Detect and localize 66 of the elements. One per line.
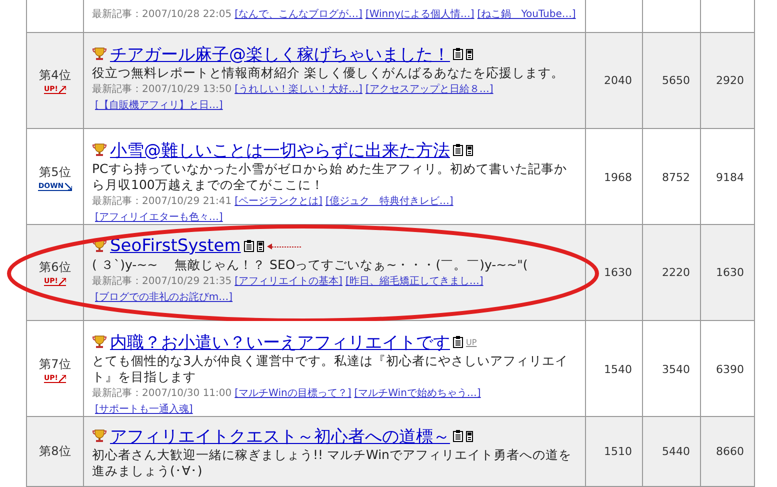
trophy-icon — [92, 47, 107, 61]
count-value: 2040 — [604, 74, 632, 87]
article-link[interactable]: [うれしい！楽しい！大好…] — [234, 84, 362, 95]
count-value: 1630 — [604, 266, 632, 279]
article-link[interactable]: [Winnyによる個人情…] — [365, 9, 474, 20]
blog-title-link[interactable]: チアガール麻子@楽しく稼げちゃいました！ — [110, 42, 450, 66]
rank-label: 第7位 — [39, 356, 71, 373]
trophy-icon — [92, 429, 107, 443]
clipboard-icon — [453, 48, 463, 60]
blog-title-link[interactable]: 小雪@難しいことは一切やらずに出来た方法 — [110, 138, 450, 162]
clipboard-icon — [453, 430, 463, 442]
article-link[interactable]: [アフィリエイトの基本] — [234, 276, 342, 287]
blog-title-link[interactable]: 内職？お小遣い？いーえアフィリエイトです — [110, 330, 450, 354]
article-link[interactable]: [ブログでの非礼のお詫びm…] — [95, 292, 233, 303]
trophy-icon — [92, 239, 107, 253]
count-value: 1540 — [604, 363, 632, 376]
article-link[interactable]: [昨日、縮毛矯正してきまし…] — [345, 276, 484, 287]
article-link[interactable]: [マルチWinで始めちゃう…] — [354, 388, 481, 399]
blog-description: 役立つ無料レポートと情報商材紹介 楽しく優しくがんばるあなたを応援します。 — [92, 65, 565, 81]
count-value: 9184 — [716, 171, 744, 184]
article-link[interactable]: [【自販機アフィリ】と日…] — [95, 100, 223, 111]
rank-label: 第8位 — [39, 443, 71, 460]
clipboard-icon — [453, 144, 463, 156]
latest-label: 最新記事： — [92, 196, 142, 207]
count-value: 5650 — [662, 74, 690, 87]
count-value: 8660 — [716, 445, 744, 458]
post-date: 2007/10/28 22:05 — [142, 9, 232, 20]
clipboard-icon — [244, 240, 254, 252]
blog-description: とても個性的な3人が仲良く運営中です。私達は『初心者にやさしいアフィリエイト』を目指します — [92, 353, 569, 385]
blog-title-link[interactable]: SeoFirstSystem — [110, 236, 241, 256]
count-value: 2920 — [716, 74, 744, 87]
count-value: 3540 — [662, 363, 690, 376]
article-link[interactable]: [アクセスアップと日給８…] — [365, 84, 494, 95]
count-value: 1968 — [604, 171, 632, 184]
article-link[interactable]: [マルチWinの目標って？] — [234, 388, 352, 399]
latest-label: 最新記事： — [92, 388, 142, 399]
trophy-icon — [92, 143, 107, 157]
rank-label: 第4位 — [39, 67, 71, 84]
latest-label: 最新記事： — [92, 9, 142, 20]
latest-label: 最新記事： — [92, 84, 142, 95]
article-link[interactable]: [ページランクとは] — [234, 196, 322, 207]
rank-label: 第5位 — [39, 164, 71, 181]
blog-description: ( ３`)y-~~ 無敵じゃん！？ SEOってすごいなぁ~・・・(￣。￣)y-~~"( — [92, 257, 529, 273]
update-mark: UP — [466, 338, 477, 346]
latest-label: 最新記事： — [92, 276, 142, 287]
clipboard-icon — [453, 336, 463, 348]
post-date: 2007/10/29 13:50 — [142, 84, 232, 95]
rank-label: 第6位 — [39, 259, 71, 276]
trophy-icon — [92, 335, 107, 349]
article-link[interactable]: [アフィリイエターも色々…] — [95, 212, 223, 223]
blog-title-link[interactable]: アフィリエイトクエスト～初心者への道標～ — [110, 424, 450, 448]
article-link[interactable]: [ねこ鍋 YouTube…] — [477, 9, 576, 20]
article-link[interactable]: [サポートも一通入魂] — [95, 404, 193, 415]
count-value: 2220 — [662, 266, 690, 279]
post-date: 2007/10/30 11:00 — [142, 388, 232, 399]
count-value: 5440 — [662, 445, 690, 458]
post-date: 2007/10/29 21:41 — [142, 196, 232, 207]
blog-description: PCすら持っていなかった小雪がゼロから始 めた生アフィリ。初めて書いた記事から月収100万越えまでの全てがここに！ — [92, 161, 568, 193]
count-value: 8752 — [662, 171, 690, 184]
count-value: 1630 — [716, 266, 744, 279]
article-link[interactable]: [なんで、こんなブログが…] — [234, 9, 362, 20]
count-value: 1510 — [604, 445, 632, 458]
count-value: 6390 — [716, 363, 744, 376]
post-date: 2007/10/29 21:35 — [142, 276, 232, 287]
article-link[interactable]: [億ジュク 特典付きレビ…] — [325, 196, 454, 207]
blog-description: 初心者さん大歓迎一緒に稼ぎましょう!! マルチWinでアフィリエイト勇者への道を進みましょう(･∀･) — [92, 447, 572, 479]
